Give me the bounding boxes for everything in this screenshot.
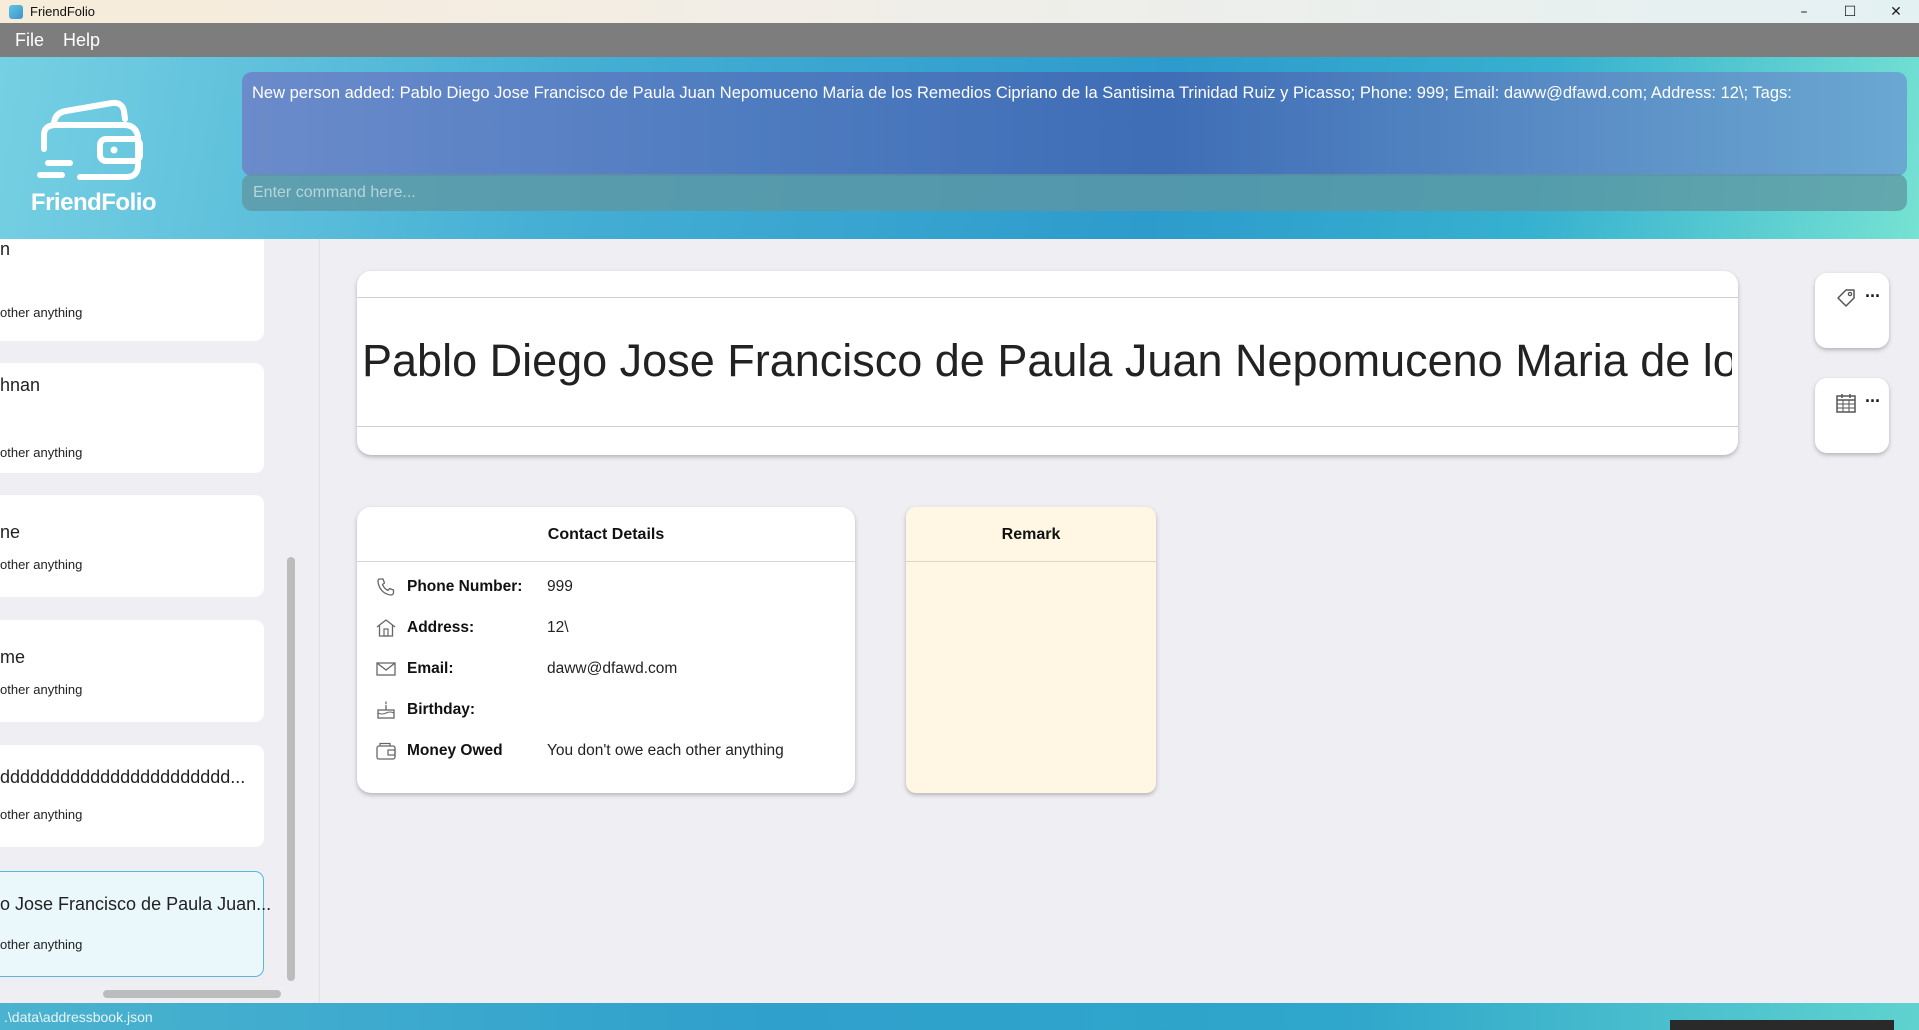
- close-button[interactable]: ✕: [1873, 0, 1919, 23]
- window-title-bar: FriendFolio – ☐ ✕: [0, 0, 1919, 23]
- maximize-button[interactable]: ☐: [1827, 0, 1873, 23]
- address-value: 12\: [547, 619, 569, 636]
- person-card[interactable]: me other anything: [0, 620, 264, 722]
- schedule-more-button[interactable]: ...: [1865, 386, 1880, 407]
- mail-icon: [376, 662, 396, 676]
- person-money-owed: other anything: [0, 807, 83, 822]
- phone-label: Phone Number:: [407, 578, 523, 595]
- money-owed-label: Money Owed: [407, 742, 503, 759]
- person-name: ddddddddddddddddddddddd...: [0, 767, 246, 787]
- person-list-panel[interactable]: n other anything hnan other anything ne …: [0, 239, 320, 1003]
- contact-details-title: Contact Details: [357, 507, 855, 562]
- tags-more-button[interactable]: ...: [1865, 281, 1880, 302]
- tags-widget[interactable]: ...: [1815, 273, 1889, 348]
- detail-row-money-owed: Money Owed You don't owe each other anyt…: [357, 739, 855, 763]
- person-card[interactable]: hnan other anything: [0, 363, 264, 473]
- divider: [357, 426, 1738, 427]
- email-label: Email:: [407, 660, 454, 677]
- wallet-logo-icon: [37, 99, 143, 180]
- remark-title: Remark: [906, 507, 1156, 562]
- person-name: n: [0, 239, 11, 259]
- person-name-card: Pablo Diego Jose Francisco de Paula Juan…: [357, 271, 1738, 455]
- person-name: ne: [0, 522, 21, 542]
- menu-file[interactable]: File: [15, 30, 44, 51]
- person-money-owed: other anything: [0, 682, 83, 697]
- person-card[interactable]: ddddddddddddddddddddddd... other anythin…: [0, 745, 264, 847]
- person-card-selected[interactable]: o Jose Francisco de Paula Juan... other …: [0, 871, 271, 977]
- person-name: me: [0, 647, 26, 667]
- command-input[interactable]: Enter command here...: [242, 174, 1907, 211]
- logo-text: FriendFolio: [30, 189, 157, 216]
- detail-row-address: Address: 12\: [357, 616, 855, 640]
- schedule-widget[interactable]: ...: [1815, 378, 1889, 453]
- menu-bar: File Help: [0, 23, 1919, 57]
- person-name: hnan: [0, 375, 41, 395]
- minimize-button[interactable]: –: [1781, 0, 1827, 23]
- detail-row-birthday: Birthday:: [357, 698, 855, 722]
- contact-details-card: Contact Details Phone Number: 999 Addres…: [357, 507, 855, 793]
- person-full-name: Pablo Diego Jose Francisco de Paula Juan…: [362, 335, 1732, 386]
- list-horizontal-scrollbar[interactable]: [103, 990, 281, 998]
- home-icon: [376, 619, 396, 637]
- status-bar: .\data\addressbook.json: [0, 1003, 1919, 1030]
- result-display: New person added: Pablo Diego Jose Franc…: [242, 72, 1907, 176]
- status-bar-block: [1670, 1020, 1894, 1030]
- list-vertical-scrollbar[interactable]: [287, 557, 295, 981]
- email-value: daww@dfawd.com: [547, 660, 678, 677]
- person-money-owed: other anything: [0, 445, 83, 460]
- header-panel: FriendFolio New person added: Pablo Dieg…: [0, 57, 1919, 239]
- address-label: Address:: [407, 619, 475, 636]
- money-owed-value: You don't owe each other anything: [547, 742, 784, 759]
- app-icon: [9, 4, 23, 19]
- menu-help[interactable]: Help: [63, 30, 100, 51]
- person-money-owed: other anything: [0, 937, 83, 952]
- person-card[interactable]: ne other anything: [0, 495, 264, 597]
- calendar-icon: [1836, 394, 1856, 413]
- person-card[interactable]: n other anything: [0, 239, 264, 341]
- phone-value: 999: [547, 578, 573, 595]
- divider: [357, 297, 1738, 298]
- app-logo: FriendFolio: [26, 87, 161, 217]
- detail-row-email: Email: daww@dfawd.com: [357, 657, 855, 681]
- save-location-path: .\data\addressbook.json: [4, 1009, 153, 1025]
- cake-icon: [377, 701, 395, 719]
- person-money-owed: other anything: [0, 557, 83, 572]
- detail-row-phone: Phone Number: 999: [357, 575, 855, 599]
- window-controls: – ☐ ✕: [1781, 0, 1919, 23]
- person-name: o Jose Francisco de Paula Juan...: [0, 894, 272, 914]
- birthday-label: Birthday:: [407, 701, 476, 718]
- tag-icon: [1837, 289, 1855, 307]
- person-money-owed: other anything: [0, 305, 83, 320]
- window-title: FriendFolio: [30, 4, 96, 19]
- phone-icon: [377, 578, 395, 596]
- wallet-icon: [376, 742, 396, 760]
- remark-card: Remark: [906, 507, 1156, 793]
